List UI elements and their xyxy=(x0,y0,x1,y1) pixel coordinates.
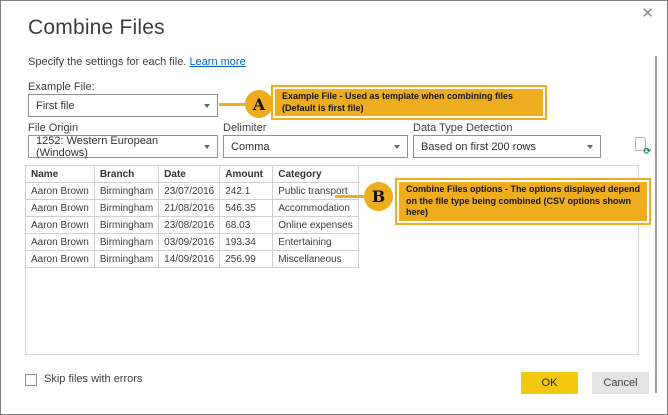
table-cell: Birmingham xyxy=(93,250,160,268)
chevron-down-icon xyxy=(204,104,210,108)
callout-a-letter: A xyxy=(252,94,266,114)
dialog-subtitle: Specify the settings for each file. Lear… xyxy=(28,56,246,68)
callout-b-box: Combine Files options - The options disp… xyxy=(395,178,651,225)
delimiter-label: Delimiter xyxy=(223,122,267,134)
refresh-preview-icon[interactable]: ⟳ xyxy=(635,137,651,156)
vertical-scrollbar[interactable] xyxy=(655,56,657,393)
column-header-category: Category xyxy=(272,165,359,183)
file-origin-value: 1252: Western European (Windows) xyxy=(36,134,159,159)
ok-button[interactable]: OK xyxy=(521,372,578,394)
preview-table: Name Branch Date Amount Category Aaron B… xyxy=(25,165,359,268)
callout-a-line2: (Default is first file) xyxy=(282,102,364,113)
callout-b-letter: B xyxy=(371,187,386,206)
delimiter-value: Comma xyxy=(231,140,270,153)
table-cell: 23/07/2016 xyxy=(158,182,221,200)
callout-a-line1: Example File - Used as template when com… xyxy=(282,91,514,101)
data-type-detection-value: Based on first 200 rows xyxy=(421,140,536,153)
table-cell: Entertaining xyxy=(272,233,359,251)
table-cell: 23/08/2016 xyxy=(158,216,221,234)
table-cell: Aaron Brown xyxy=(25,216,95,234)
table-cell: Aaron Brown xyxy=(25,233,95,251)
delimiter-dropdown[interactable]: Comma xyxy=(223,135,408,158)
skip-files-checkbox[interactable] xyxy=(25,374,37,386)
table-cell: 546.35 xyxy=(219,199,274,217)
table-row: Aaron Brown Birmingham 23/08/2016 68.03 … xyxy=(25,216,359,234)
table-cell: Birmingham xyxy=(93,199,160,217)
table-cell: Birmingham xyxy=(93,182,160,200)
table-cell: Aaron Brown xyxy=(25,250,95,268)
table-cell: Birmingham xyxy=(93,216,160,234)
table-cell: Online expenses xyxy=(272,216,359,234)
table-cell: Birmingham xyxy=(93,233,160,251)
column-header-name: Name xyxy=(25,165,95,183)
data-type-detection-dropdown[interactable]: Based on first 200 rows xyxy=(413,135,601,158)
close-icon[interactable]: ✕ xyxy=(641,6,654,21)
example-file-label: Example File: xyxy=(28,81,95,93)
column-header-date: Date xyxy=(158,165,221,183)
data-type-detection-label: Data Type Detection xyxy=(413,122,513,134)
callout-a-box: Example File - Used as template when com… xyxy=(271,85,547,121)
callout-b-badge: B xyxy=(364,182,393,211)
subtitle-text: Specify the settings for each file. xyxy=(28,56,187,68)
learn-more-link[interactable]: Learn more xyxy=(189,56,245,68)
file-origin-label: File Origin xyxy=(28,122,79,134)
table-cell: Accommodation xyxy=(272,199,359,217)
table-cell: 242.1 xyxy=(219,182,274,200)
table-cell: Aaron Brown xyxy=(25,182,95,200)
cancel-button[interactable]: Cancel xyxy=(592,372,649,394)
table-cell: 68.03 xyxy=(219,216,274,234)
table-cell: Aaron Brown xyxy=(25,199,95,217)
chevron-down-icon xyxy=(204,145,210,149)
skip-files-label[interactable]: Skip files with errors xyxy=(44,373,142,385)
example-file-dropdown[interactable]: First file xyxy=(28,94,218,117)
table-row: Aaron Brown Birmingham 03/09/2016 193.34… xyxy=(25,233,359,251)
callout-b-connector xyxy=(335,195,364,198)
table-cell: 256.99 xyxy=(219,250,274,268)
file-origin-dropdown[interactable]: 1252: Western European (Windows) xyxy=(28,134,218,159)
callout-a-badge: A xyxy=(245,90,273,118)
table-cell: 21/08/2016 xyxy=(158,199,221,217)
chevron-down-icon xyxy=(587,145,593,149)
table-cell: Miscellaneous xyxy=(272,250,359,268)
table-header-row: Name Branch Date Amount Category xyxy=(25,165,359,183)
refresh-arrow-icon: ⟳ xyxy=(643,146,651,156)
callout-b-text: Combine Files options - The options disp… xyxy=(399,182,647,221)
chevron-down-icon xyxy=(394,145,400,149)
page-title: Combine Files xyxy=(28,16,165,39)
table-cell: 193.34 xyxy=(219,233,274,251)
callout-a-connector xyxy=(219,103,247,106)
table-cell: 03/09/2016 xyxy=(158,233,221,251)
combine-files-dialog: ✕ Combine Files Specify the settings for… xyxy=(0,0,668,415)
table-cell: 14/09/2016 xyxy=(158,250,221,268)
example-file-value: First file xyxy=(36,99,75,112)
table-row: Aaron Brown Birmingham 23/07/2016 242.1 … xyxy=(25,182,359,200)
column-header-amount: Amount xyxy=(219,165,274,183)
column-header-branch: Branch xyxy=(93,165,160,183)
table-row: Aaron Brown Birmingham 14/09/2016 256.99… xyxy=(25,250,359,268)
table-row: Aaron Brown Birmingham 21/08/2016 546.35… xyxy=(25,199,359,217)
